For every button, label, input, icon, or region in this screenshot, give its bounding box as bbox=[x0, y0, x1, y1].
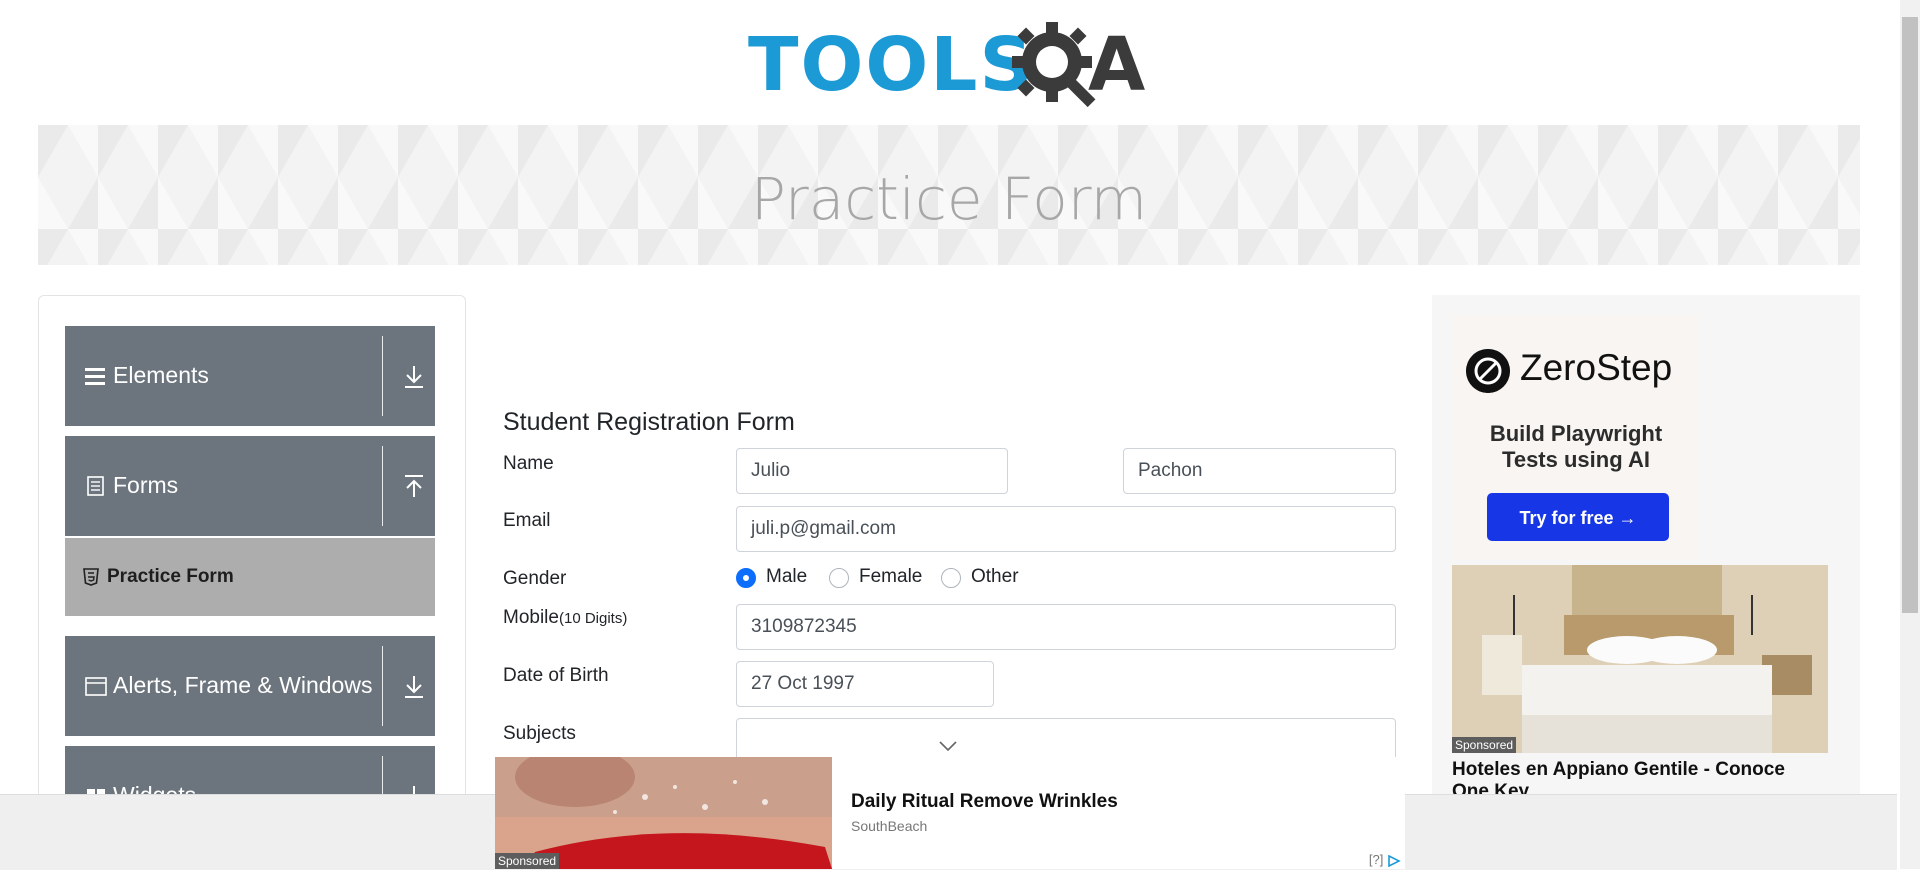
mobile-hint: (10 Digits) bbox=[558, 610, 628, 627]
adchoices-icon[interactable] bbox=[1387, 854, 1401, 867]
sidebar-group-forms[interactable]: Forms bbox=[65, 436, 435, 536]
zerostep-logo-icon bbox=[1466, 349, 1510, 393]
divider bbox=[382, 336, 383, 416]
zerostep-tagline-line1: Build Playwright bbox=[1489, 421, 1663, 446]
logo-text-tools: TOOLS bbox=[748, 22, 1035, 108]
ad-info-text[interactable]: [?] bbox=[1369, 852, 1383, 867]
email-label: Email bbox=[503, 510, 551, 531]
gender-male-label[interactable]: Male bbox=[766, 566, 807, 588]
gender-other-radio[interactable] bbox=[941, 568, 961, 588]
form-title: Student Registration Form bbox=[503, 408, 795, 436]
subjects-label: Subjects bbox=[503, 723, 576, 744]
gear-magnifier-icon bbox=[1012, 22, 1096, 108]
gender-female-radio[interactable] bbox=[829, 568, 849, 588]
toolsqa-logo[interactable]: TOOLS A bbox=[748, 18, 1154, 114]
dob-label: Date of Birth bbox=[503, 665, 609, 686]
upload-icon[interactable] bbox=[402, 472, 426, 500]
hotel-bedroom-image bbox=[1452, 565, 1828, 753]
page-title: Practice Form bbox=[750, 165, 1148, 233]
window-icon bbox=[85, 677, 107, 696]
divider bbox=[382, 446, 383, 526]
divider bbox=[382, 646, 383, 726]
sidebar-group-elements[interactable]: Elements bbox=[65, 326, 435, 426]
hotel-ad-headline-line1: Hoteles en Appiano Gentile - Conoce bbox=[1452, 759, 1785, 780]
mobile-label: Mobile(10 Digits) bbox=[503, 607, 627, 629]
download-icon[interactable] bbox=[402, 672, 426, 700]
zerostep-ad[interactable]: ZeroStep Build Playwright Tests using AI… bbox=[1452, 315, 1700, 560]
sidebar-item-label: Practice Form bbox=[107, 566, 234, 587]
right-ad-panel: ZeroStep Build Playwright Tests using AI… bbox=[1432, 295, 1860, 855]
chevron-down-icon[interactable] bbox=[938, 740, 958, 752]
dob-input[interactable]: 27 Oct 1997 bbox=[736, 661, 994, 707]
bottom-ad-title[interactable]: Daily Ritual Remove Wrinkles bbox=[851, 791, 1118, 813]
last-name-input[interactable]: Pachon bbox=[1123, 448, 1396, 494]
gender-female-label[interactable]: Female bbox=[859, 566, 922, 588]
document-icon bbox=[87, 476, 104, 496]
email-input[interactable]: juli.p@gmail.com bbox=[736, 506, 1396, 552]
hotel-ad-image[interactable]: Sponsored bbox=[1452, 565, 1828, 753]
header: TOOLS A bbox=[0, 0, 1897, 125]
list-icon bbox=[85, 368, 105, 385]
download-icon[interactable] bbox=[402, 362, 426, 390]
sidebar-group-label: Alerts, Frame & Windows bbox=[113, 672, 373, 698]
gender-label: Gender bbox=[503, 568, 567, 589]
zerostep-tagline: Build Playwright Tests using AI bbox=[1452, 421, 1700, 473]
page-banner: Practice Form bbox=[38, 125, 1860, 265]
sidebar-group-alerts[interactable]: Alerts, Frame & Windows bbox=[65, 636, 435, 736]
page-scrollbar[interactable] bbox=[1900, 0, 1920, 869]
gender-other-label[interactable]: Other bbox=[971, 566, 1019, 588]
first-name-input[interactable]: Julio bbox=[736, 448, 1008, 494]
html5-icon bbox=[83, 568, 99, 586]
zerostep-brand: ZeroStep bbox=[1520, 347, 1673, 388]
left-sidebar: Elements Forms Practice Form Alerts, Fra… bbox=[38, 295, 466, 857]
sidebar-group-label: Forms bbox=[113, 472, 179, 498]
sidebar-item-practice-form[interactable]: Practice Form bbox=[65, 538, 435, 616]
sponsored-badge: Sponsored bbox=[1452, 737, 1517, 753]
gender-male-radio[interactable] bbox=[736, 568, 756, 588]
mobile-label-text: Mobile bbox=[503, 607, 559, 628]
logo-text-a: A bbox=[1088, 22, 1146, 108]
ad-info[interactable]: [?] bbox=[1369, 852, 1401, 867]
bottom-ad-brand: SouthBeach bbox=[851, 818, 928, 834]
sponsored-badge: Sponsored bbox=[495, 853, 560, 869]
bottom-ad[interactable]: Sponsored Daily Ritual Remove Wrinkles S… bbox=[495, 757, 1405, 869]
scrollbar-thumb[interactable] bbox=[1902, 17, 1918, 613]
mobile-input[interactable]: 3109872345 bbox=[736, 604, 1396, 650]
name-label: Name bbox=[503, 453, 554, 474]
try-for-free-button[interactable]: Try for free → bbox=[1487, 493, 1669, 541]
sidebar-group-label: Elements bbox=[113, 362, 209, 388]
zerostep-tagline-line2: Tests using AI bbox=[1502, 447, 1650, 472]
bottom-ad-image: Sponsored bbox=[495, 757, 832, 869]
